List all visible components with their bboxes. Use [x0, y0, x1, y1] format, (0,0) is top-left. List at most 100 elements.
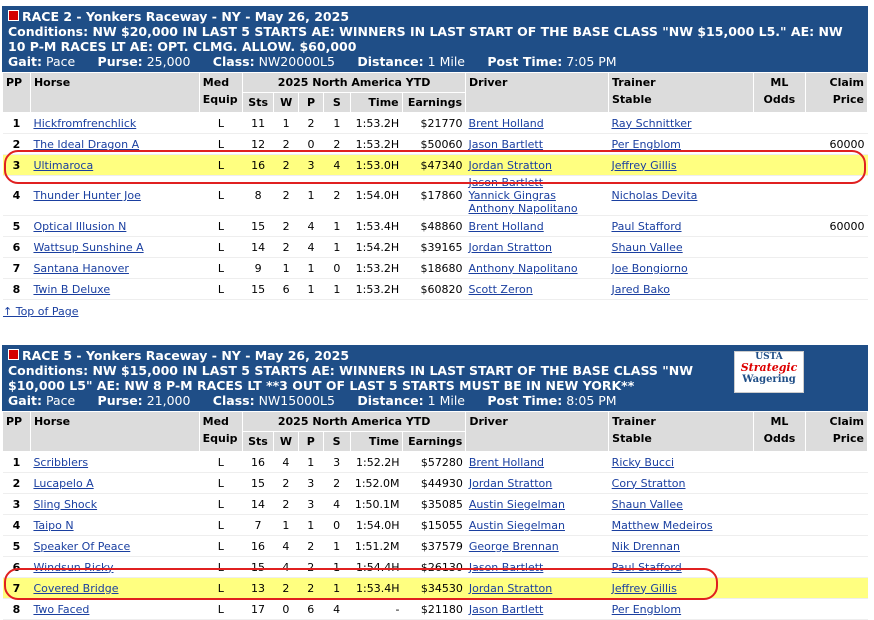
- claim-price-cell: [805, 176, 867, 216]
- s-cell: 1: [333, 240, 341, 254]
- trainer-link[interactable]: Ray Schnittker: [611, 117, 691, 130]
- race-title: RACE 5 - Yonkers Raceway - NY - May 26, …: [22, 348, 350, 363]
- trainer-link[interactable]: Jared Bako: [611, 283, 670, 296]
- horse-link[interactable]: Covered Bridge: [33, 582, 118, 595]
- driver-link[interactable]: Austin Siegelman: [469, 519, 565, 532]
- trainer-link[interactable]: Ricky Bucci: [612, 456, 674, 469]
- w-cell: 2: [282, 189, 290, 202]
- conditions-label: Conditions:: [8, 363, 89, 378]
- driver-cell: Austin Siegelman: [466, 494, 609, 515]
- driver-cell: Brent Holland: [466, 113, 609, 134]
- driver-link[interactable]: Brent Holland: [469, 117, 544, 130]
- trainer-link[interactable]: Nicholas Devita: [611, 189, 697, 202]
- col-earnings: Earnings: [401, 92, 467, 113]
- med-cell: L: [217, 116, 225, 130]
- trainer-link[interactable]: Shaun Vallee: [612, 498, 683, 511]
- purse-label: Purse:: [97, 393, 143, 408]
- driver-link[interactable]: Scott Zeron: [469, 283, 533, 296]
- horse-link[interactable]: Lucapelo A: [33, 477, 93, 490]
- horse-link[interactable]: Windsun Ricky: [33, 561, 113, 574]
- driver-link[interactable]: Jason Bartlett: [469, 561, 544, 574]
- trainer-link[interactable]: Jeffrey Gillis: [611, 159, 676, 172]
- trainer-cell: Nik Drennan: [609, 536, 754, 557]
- driver-item: Anthony Napolitano: [469, 202, 606, 215]
- driver-link[interactable]: Anthony Napolitano: [469, 262, 578, 275]
- trainer-link[interactable]: Joe Bongiorno: [611, 262, 687, 275]
- med-cell: L: [217, 219, 225, 233]
- horse-link[interactable]: Optical Illusion N: [33, 220, 126, 233]
- trainer-link[interactable]: Paul Stafford: [612, 561, 682, 574]
- trainer-link[interactable]: Jeffrey Gillis: [612, 582, 677, 595]
- driver-link[interactable]: Brent Holland: [469, 456, 544, 469]
- top-of-page-link[interactable]: ↑ Top of Page: [3, 305, 79, 318]
- driver-link[interactable]: Jason Bartlett: [469, 176, 544, 189]
- trainer-link[interactable]: Shaun Vallee: [611, 241, 682, 254]
- med-cell: L: [217, 518, 224, 532]
- driver-item: Brent Holland: [469, 117, 606, 130]
- driver-item: Anthony Napolitano: [469, 262, 606, 275]
- sts-cell: 12: [251, 137, 266, 151]
- race-flag-icon: [8, 10, 19, 21]
- driver-link[interactable]: Jordan Stratton: [469, 582, 552, 595]
- s-cell: 1: [333, 116, 341, 130]
- time-cell: 1:54.0H: [355, 189, 400, 202]
- driver-link[interactable]: Jordan Stratton: [469, 159, 552, 172]
- horse-link[interactable]: Scribblers: [33, 456, 88, 469]
- horse-link[interactable]: Speaker Of Peace: [33, 540, 130, 553]
- driver-link[interactable]: Austin Siegelman: [469, 498, 565, 511]
- trainer-cell: Nicholas Devita: [608, 176, 753, 216]
- horse-link[interactable]: Wattsup Sunshine A: [33, 241, 143, 254]
- col-med: Med: [202, 76, 230, 89]
- col-pp: PP: [2, 72, 31, 113]
- horse-link[interactable]: Taipo N: [33, 519, 73, 532]
- time-cell: 1:53.2H: [355, 261, 400, 275]
- horse-link[interactable]: Sling Shock: [33, 498, 97, 511]
- post-time-value: 8:05 PM: [566, 393, 617, 408]
- p-cell: 2: [298, 577, 324, 599]
- driver-link[interactable]: Brent Holland: [469, 220, 544, 233]
- earnings-cell: $48860: [420, 219, 463, 233]
- trainer-link[interactable]: Per Engblom: [611, 138, 680, 151]
- driver-item: Jordan Stratton: [469, 159, 606, 172]
- horse-cell: Optical Illusion N: [30, 216, 199, 237]
- race-2-header: RACE 2 - Yonkers Raceway - NY - May 26, …: [2, 6, 868, 72]
- horse-link[interactable]: Santana Hanover: [33, 262, 128, 275]
- earnings-cell: $21770: [420, 116, 463, 130]
- w-cell: 0: [282, 602, 290, 616]
- w-cell: 2: [273, 577, 299, 599]
- horse-link[interactable]: Thunder Hunter Joe: [33, 189, 140, 202]
- w-cell: 2: [282, 219, 290, 233]
- earnings-cell: $15055: [420, 518, 463, 532]
- trainer-link[interactable]: Paul Stafford: [611, 220, 681, 233]
- col-ml-odds: ML Odds: [752, 72, 806, 113]
- horse-link[interactable]: The Ideal Dragon A: [33, 138, 139, 151]
- trainer-cell: Jeffrey Gillis: [608, 154, 754, 176]
- post-time-label: Post Time:: [487, 393, 563, 408]
- trainer-link[interactable]: Nik Drennan: [612, 540, 680, 553]
- claim-price-cell: 60000: [829, 137, 865, 151]
- sts-cell: 15: [250, 560, 265, 574]
- table-row: 8 Twin B Deluxe L 15 6 1 1 1:53.2H $60820 Scott Z…: [2, 279, 868, 300]
- col-horse: Horse: [29, 411, 200, 452]
- earnings-cell: $37579: [420, 539, 463, 553]
- col-w: W: [273, 92, 300, 113]
- driver-item: Brent Holland: [469, 456, 606, 469]
- horse-link[interactable]: Twin B Deluxe: [33, 283, 110, 296]
- driver-link[interactable]: Yannick Gingras: [469, 189, 556, 202]
- horse-link[interactable]: Hickfromfrenchlick: [33, 117, 136, 130]
- driver-link[interactable]: Jordan Stratton: [469, 477, 552, 490]
- driver-cell: George Brennan: [466, 536, 609, 557]
- driver-link[interactable]: Jason Bartlett: [469, 138, 544, 151]
- driver-link[interactable]: Anthony Napolitano: [469, 202, 578, 215]
- driver-link[interactable]: Jordan Stratton: [469, 241, 552, 254]
- driver-link[interactable]: George Brennan: [469, 540, 559, 553]
- trainer-link[interactable]: Cory Stratton: [612, 477, 686, 490]
- med-cell: L: [217, 240, 225, 254]
- s-cell: 4: [333, 602, 341, 616]
- trainer-link[interactable]: Matthew Medeiros: [612, 519, 713, 532]
- horse-link[interactable]: Ultimaroca: [33, 159, 93, 172]
- s-cell: 1: [333, 539, 341, 553]
- ml-odds-cell: [754, 494, 806, 515]
- ml-odds-cell: [753, 279, 805, 300]
- time-cell: 1:53.2H: [355, 282, 400, 296]
